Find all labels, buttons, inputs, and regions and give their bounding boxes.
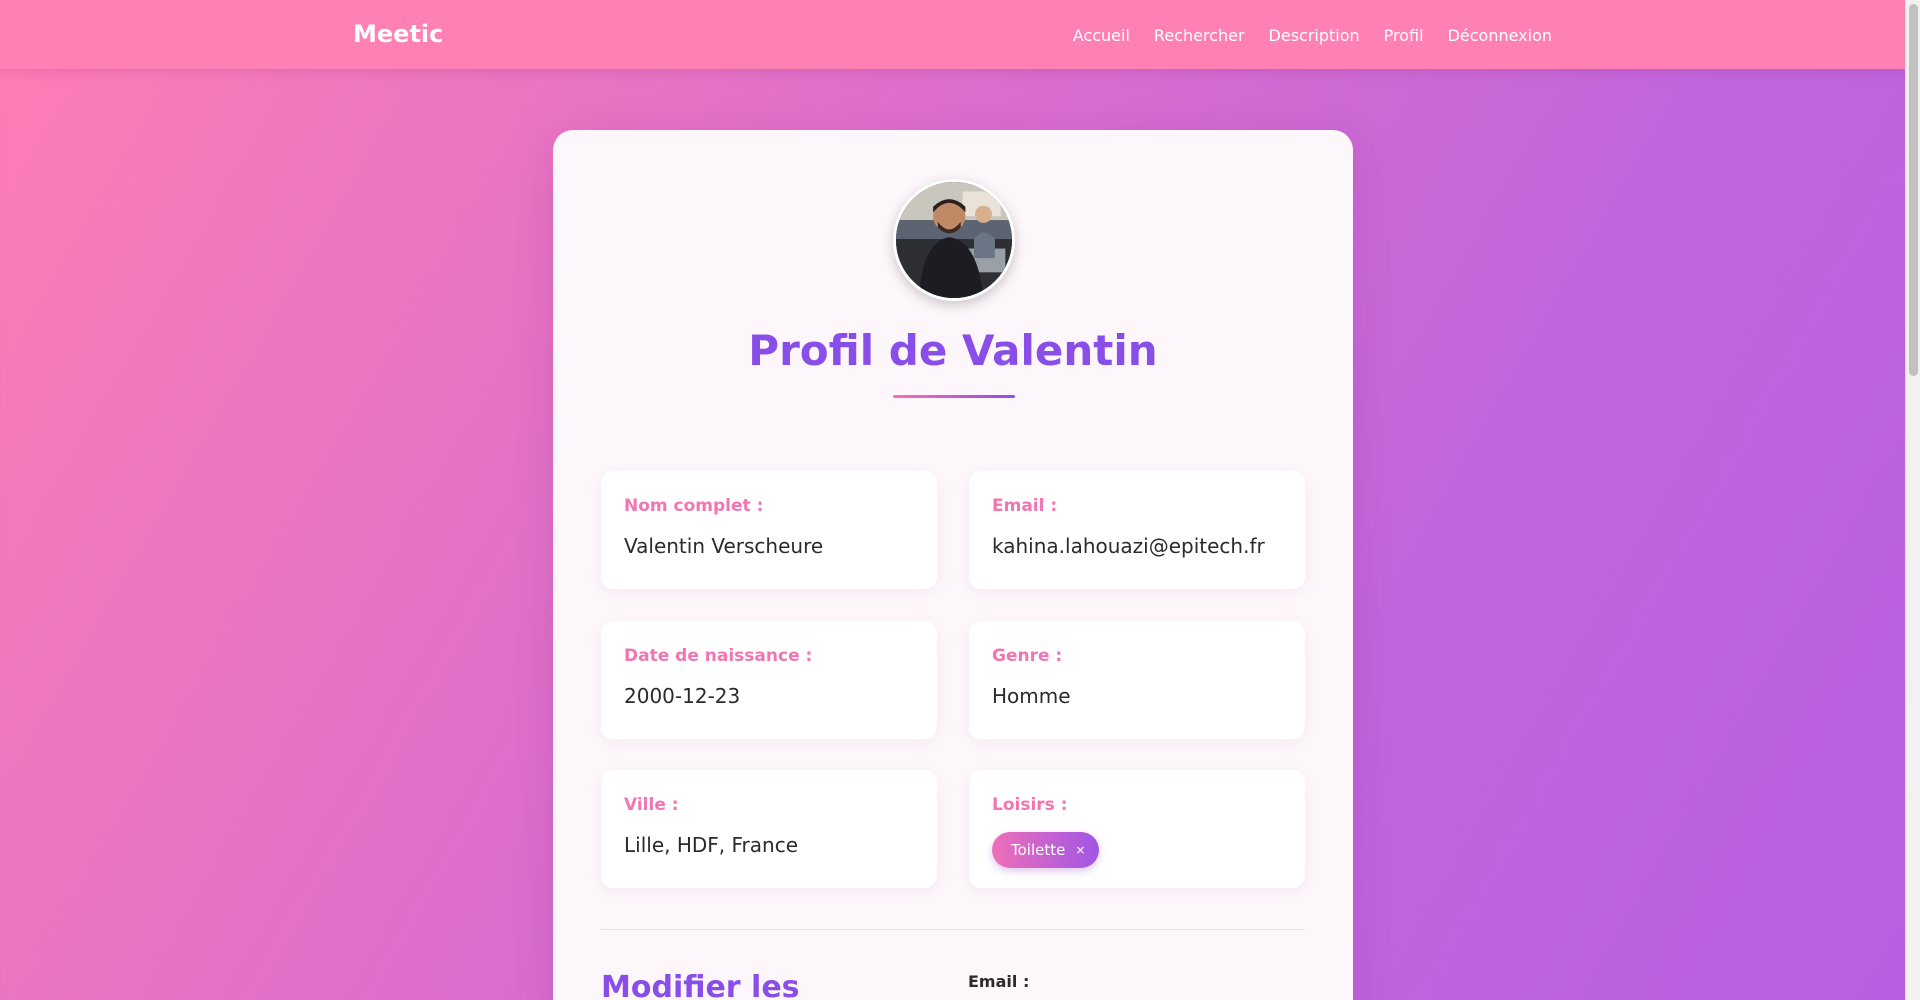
nav-links: Accueil Rechercher Description Profil Dé… bbox=[1073, 26, 1552, 45]
field-email-value: kahina.lahouazi@epitech.fr bbox=[992, 534, 1265, 558]
field-birthdate: Date de naissance : 2000-12-23 bbox=[601, 621, 937, 739]
field-email-label: Email : bbox=[992, 496, 1058, 516]
field-hobbies-label: Loisirs : bbox=[992, 795, 1068, 815]
edit-email-label: Email : bbox=[968, 972, 1030, 991]
field-name-label: Nom complet : bbox=[624, 496, 764, 516]
field-email: Email : kahina.lahouazi@epitech.fr bbox=[969, 471, 1305, 589]
field-city-label: Ville : bbox=[624, 795, 679, 815]
field-name-value: Valentin Verscheure bbox=[624, 534, 824, 558]
section-divider bbox=[601, 929, 1305, 930]
top-navbar: Meetic Accueil Rechercher Description Pr… bbox=[0, 0, 1905, 69]
field-name: Nom complet : Valentin Verscheure bbox=[601, 471, 937, 589]
nav-link-accueil[interactable]: Accueil bbox=[1073, 26, 1130, 45]
remove-tag-icon[interactable]: × bbox=[1075, 843, 1085, 857]
avatar bbox=[893, 179, 1015, 301]
scrollbar-thumb[interactable] bbox=[1909, 4, 1918, 376]
nav-link-profil[interactable]: Profil bbox=[1384, 26, 1424, 45]
title-underline bbox=[893, 395, 1015, 398]
field-gender-label: Genre : bbox=[992, 646, 1063, 666]
field-city: Ville : Lille, HDF, France bbox=[601, 770, 937, 888]
nav-link-deconnexion[interactable]: Déconnexion bbox=[1448, 26, 1552, 45]
hobby-tag: Toilette × bbox=[992, 832, 1100, 868]
nav-link-description[interactable]: Description bbox=[1269, 26, 1360, 45]
profile-title: Profil de Valentin bbox=[748, 326, 1158, 375]
field-city-value: Lille, HDF, France bbox=[624, 833, 798, 857]
hobby-tag-label: Toilette bbox=[1011, 841, 1066, 859]
field-hobbies: Loisirs : Toilette × bbox=[969, 770, 1305, 888]
profile-card: Profil de Valentin Nom complet : Valenti… bbox=[553, 130, 1353, 1000]
page-scrollbar[interactable] bbox=[1905, 0, 1920, 1000]
avatar-photo-icon bbox=[896, 182, 1012, 298]
field-birthdate-label: Date de naissance : bbox=[624, 646, 813, 666]
nav-link-rechercher[interactable]: Rechercher bbox=[1154, 26, 1245, 45]
field-gender: Genre : Homme bbox=[969, 621, 1305, 739]
brand-logo[interactable]: Meetic bbox=[353, 20, 443, 48]
field-birthdate-value: 2000-12-23 bbox=[624, 684, 741, 708]
field-gender-value: Homme bbox=[992, 684, 1071, 708]
edit-section-title: Modifier les bbox=[601, 970, 800, 1000]
